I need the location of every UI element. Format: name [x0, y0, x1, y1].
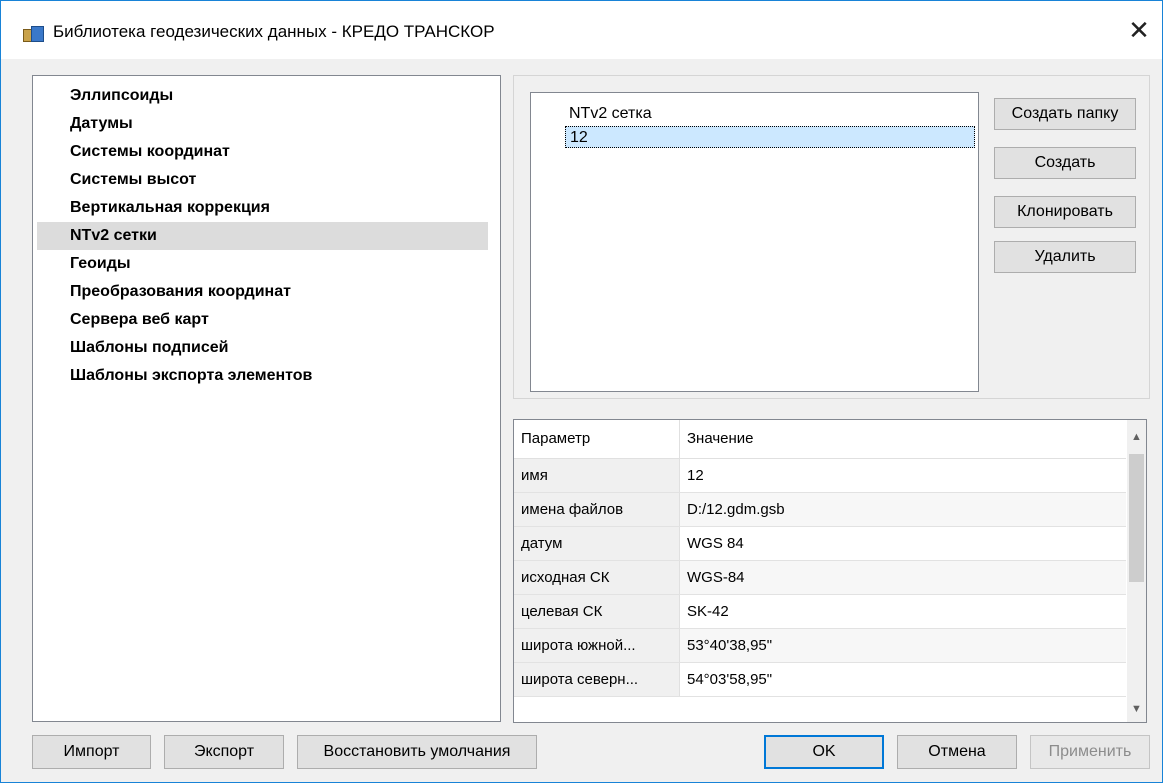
category-item-coordinate-transforms[interactable]: Преобразования координат	[37, 278, 488, 306]
param-value[interactable]: WGS 84	[680, 527, 1126, 560]
grid-tree: NTv2 сетка 12	[530, 92, 979, 392]
close-icon[interactable]: ✕	[1116, 13, 1162, 49]
vertical-scrollbar[interactable]: ▲ ▼	[1127, 420, 1146, 722]
param-value[interactable]: 53°40'38,95"	[680, 629, 1126, 662]
create-button[interactable]: Создать	[994, 147, 1136, 179]
tree-item-folder[interactable]: NTv2 сетка	[569, 103, 652, 125]
category-item-ellipsoids[interactable]: Эллипсоиды	[37, 82, 488, 110]
category-item-vertical-correction[interactable]: Вертикальная коррекция	[37, 194, 488, 222]
table-header: Параметр Значение	[514, 420, 1126, 459]
apply-button: Применить	[1030, 735, 1150, 769]
clone-button[interactable]: Клонировать	[994, 196, 1136, 228]
cancel-button[interactable]: Отмена	[897, 735, 1017, 769]
category-item-geoids[interactable]: Геоиды	[37, 250, 488, 278]
category-item-height-systems[interactable]: Системы высот	[37, 166, 488, 194]
window-title: Библиотека геодезических данных - КРЕДО …	[53, 22, 495, 41]
param-value[interactable]: D:/12.gdm.gsb	[680, 493, 1126, 526]
param-value[interactable]: WGS-84	[680, 561, 1126, 594]
category-item-coordinate-systems[interactable]: Системы координат	[37, 138, 488, 166]
category-item-label-templates[interactable]: Шаблоны подписей	[37, 334, 488, 362]
param-name: датум	[514, 527, 680, 560]
scroll-up-icon[interactable]: ▲	[1127, 428, 1146, 446]
table-row[interactable]: датум WGS 84	[514, 527, 1126, 561]
param-name: целевая СК	[514, 595, 680, 628]
table-row[interactable]: широта северн... 54°03'58,95"	[514, 663, 1126, 697]
param-value[interactable]: 54°03'58,95"	[680, 663, 1126, 696]
import-button[interactable]: Импорт	[32, 735, 151, 769]
param-name: исходная СК	[514, 561, 680, 594]
param-value[interactable]: 12	[680, 459, 1126, 492]
category-item-datums[interactable]: Датумы	[37, 110, 488, 138]
category-list: Эллипсоиды Датумы Системы координат Сист…	[32, 75, 501, 722]
export-button[interactable]: Экспорт	[164, 735, 284, 769]
table-row[interactable]: имя 12	[514, 459, 1126, 493]
column-header-value[interactable]: Значение	[680, 420, 1126, 458]
column-header-parameter[interactable]: Параметр	[514, 420, 680, 458]
param-name: широта южной...	[514, 629, 680, 662]
title-bar: Библиотека геодезических данных - КРЕДО …	[1, 1, 1162, 59]
delete-button[interactable]: Удалить	[994, 241, 1136, 273]
library-dialog: Библиотека геодезических данных - КРЕДО …	[0, 0, 1163, 783]
param-name: широта северн...	[514, 663, 680, 696]
param-value[interactable]: SK-42	[680, 595, 1126, 628]
table-row[interactable]: целевая СК SK-42	[514, 595, 1126, 629]
param-name: имена файлов	[514, 493, 680, 526]
category-item-export-templates[interactable]: Шаблоны экспорта элементов	[37, 362, 488, 390]
tree-item-selected[interactable]: 12	[565, 126, 975, 148]
category-item-web-map-servers[interactable]: Сервера веб карт	[37, 306, 488, 334]
param-name: имя	[514, 459, 680, 492]
ok-button[interactable]: OK	[764, 735, 884, 769]
scroll-down-icon[interactable]: ▼	[1127, 700, 1146, 718]
category-item-ntv2-grids[interactable]: NTv2 сетки	[37, 222, 488, 250]
table-row[interactable]: исходная СК WGS-84	[514, 561, 1126, 595]
table-row[interactable]: имена файлов D:/12.gdm.gsb	[514, 493, 1126, 527]
app-icon	[23, 26, 44, 42]
scrollbar-thumb[interactable]	[1129, 454, 1144, 582]
table-row[interactable]: широта южной... 53°40'38,95"	[514, 629, 1126, 663]
properties-table: Параметр Значение имя 12 имена файлов D:…	[513, 419, 1147, 723]
restore-defaults-button[interactable]: Восстановить умолчания	[297, 735, 537, 769]
create-folder-button[interactable]: Создать папку	[994, 98, 1136, 130]
